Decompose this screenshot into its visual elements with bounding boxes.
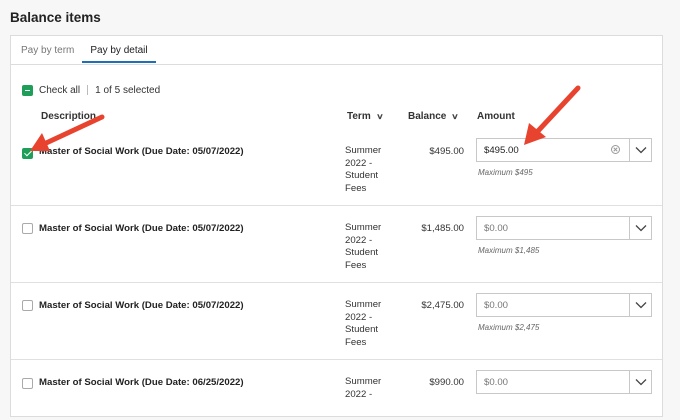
- row-term: Summer 2022 - Student Fees: [345, 145, 405, 195]
- chevron-down-icon: ∨: [451, 112, 460, 121]
- term-line: Fees: [345, 259, 367, 271]
- row-checkbox[interactable]: [22, 148, 33, 159]
- amount-input[interactable]: [477, 294, 629, 316]
- amount-input[interactable]: [477, 217, 629, 239]
- table-row: Master of Social Work (Due Date: 06/25/2…: [11, 360, 662, 420]
- amount-dropdown-button[interactable]: [629, 371, 652, 393]
- tab-pay-by-detail[interactable]: Pay by detail: [82, 36, 156, 63]
- divider: [87, 85, 89, 95]
- row-description: Master of Social Work (Due Date: 05/07/2…: [39, 300, 244, 311]
- table-row: Master of Social Work (Due Date: 05/07/2…: [11, 283, 662, 360]
- row-description: Master of Social Work (Due Date: 05/07/2…: [39, 146, 244, 157]
- amount-field: [476, 138, 652, 162]
- row-checkbox[interactable]: [22, 300, 33, 311]
- term-line: Fees: [345, 336, 367, 348]
- row-description: Master of Social Work (Due Date: 06/25/2…: [39, 377, 244, 388]
- chevron-down-icon: [635, 147, 647, 154]
- amount-dropdown-button[interactable]: [629, 294, 652, 316]
- term-line: 2022 -: [345, 311, 373, 323]
- term-line: 2022 -: [345, 388, 373, 400]
- term-line: Fees: [345, 182, 367, 194]
- table-row: Master of Social Work (Due Date: 05/07/2…: [11, 206, 662, 283]
- chevron-down-icon: [635, 302, 647, 309]
- term-line: Summer: [345, 222, 382, 233]
- balance-header-label: Balance: [408, 111, 447, 122]
- balance-items-panel: Pay by term Pay by detail Check all 1 of…: [10, 35, 663, 417]
- term-line: 2022 -: [345, 234, 373, 246]
- term-line: Student: [345, 324, 379, 335]
- chevron-down-icon: [635, 379, 647, 386]
- term-line: Summer: [345, 145, 382, 156]
- row-checkbox[interactable]: [22, 378, 33, 389]
- column-header-amount: Amount: [477, 111, 515, 122]
- term-header-label: Term: [347, 111, 371, 122]
- term-line: Student: [345, 170, 379, 181]
- check-all-control[interactable]: Check all 1 of 5 selected: [22, 84, 160, 96]
- amount-dropdown-button[interactable]: [629, 139, 652, 161]
- maximum-note: Maximum $2,475: [478, 323, 540, 332]
- amount-input[interactable]: [477, 139, 629, 161]
- row-description: Master of Social Work (Due Date: 05/07/2…: [39, 223, 244, 234]
- amount-dropdown-button[interactable]: [629, 217, 652, 239]
- selected-count: 1 of 5 selected: [95, 84, 161, 96]
- page-title: Balance items: [10, 10, 101, 25]
- row-balance: $495.00: [429, 146, 464, 157]
- amount-field: [476, 370, 652, 394]
- chevron-down-icon: [635, 225, 647, 232]
- column-header-description: Description: [41, 111, 97, 122]
- row-term: Summer 2022 - Student Fees: [345, 222, 405, 272]
- row-checkbox[interactable]: [22, 223, 33, 234]
- table-row: Master of Social Work (Due Date: 05/07/2…: [11, 128, 662, 206]
- term-line: Summer: [345, 376, 382, 387]
- column-header-balance[interactable]: Balance ∨: [408, 111, 460, 122]
- check-all-checkbox[interactable]: [22, 84, 33, 96]
- tab-bar: Pay by term Pay by detail: [11, 36, 662, 65]
- check-all-label: Check all: [39, 84, 81, 96]
- term-line: 2022 -: [345, 157, 373, 169]
- amount-field: [476, 293, 652, 317]
- row-balance: $990.00: [429, 377, 464, 388]
- maximum-note: Maximum $1,485: [478, 246, 540, 255]
- tab-pay-by-term[interactable]: Pay by term: [21, 36, 81, 63]
- term-line: Student: [345, 247, 379, 258]
- amount-input[interactable]: [477, 371, 629, 393]
- chevron-down-icon: ∨: [375, 112, 384, 121]
- row-term: Summer 2022 -: [345, 376, 405, 401]
- amount-field: [476, 216, 652, 240]
- maximum-note: Maximum $495: [478, 168, 533, 177]
- clear-icon[interactable]: [611, 145, 620, 154]
- term-line: Summer: [345, 299, 382, 310]
- row-balance: $1,485.00: [421, 223, 464, 234]
- row-balance: $2,475.00: [421, 300, 464, 311]
- column-header-term[interactable]: Term ∨: [347, 111, 383, 122]
- row-term: Summer 2022 - Student Fees: [345, 299, 405, 349]
